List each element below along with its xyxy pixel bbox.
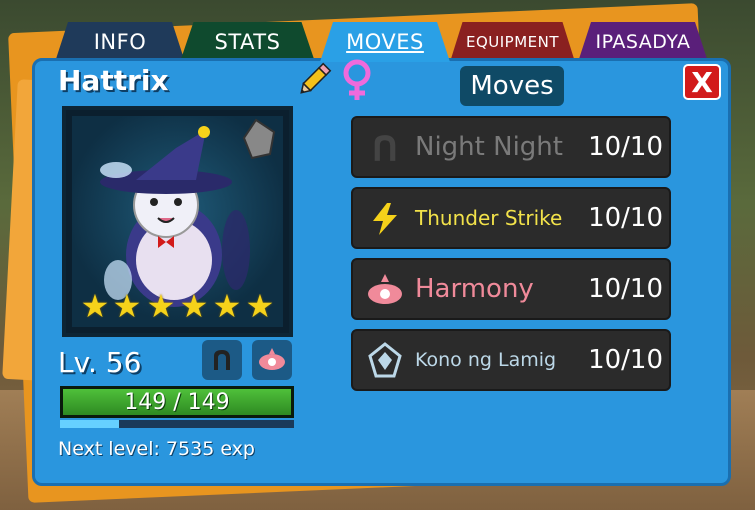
tab-ipasadya[interactable]: IPASADYA xyxy=(578,22,708,62)
move-slot-2[interactable]: Thunder Strike 10/10 xyxy=(351,187,671,249)
psychic-type-icon xyxy=(252,340,292,380)
rating-star-5: ★ xyxy=(212,287,242,325)
move-slot-3[interactable]: Harmony 10/10 xyxy=(351,258,671,320)
tab-equipment[interactable]: EQUIPMENT xyxy=(450,22,575,62)
creature-name: Hattrix xyxy=(58,64,169,97)
move-pp: 10/10 xyxy=(588,345,663,375)
move-name: Thunder Strike xyxy=(415,206,563,230)
move-slot-4[interactable]: Kono ng Lamig 10/10 xyxy=(351,329,671,391)
move-name: Kono ng Lamig xyxy=(415,349,557,371)
rating-star-2: ★ xyxy=(112,287,142,325)
next-level-text: Next level: 7535 exp xyxy=(58,438,255,460)
tab-info[interactable]: INFO xyxy=(55,22,185,62)
pencil-icon[interactable] xyxy=(294,60,334,100)
rating-star-3: ★ xyxy=(146,287,176,325)
move-pp: 10/10 xyxy=(588,274,663,304)
level-label: Lv. 56 xyxy=(58,346,142,379)
move-pp: 10/10 xyxy=(588,132,663,162)
female-gender-icon xyxy=(343,59,371,100)
dark-type-icon xyxy=(365,128,405,168)
move-name: Harmony xyxy=(415,274,534,304)
close-button[interactable]: X xyxy=(683,64,721,100)
moves-title: Moves xyxy=(460,66,564,106)
rating-star-6: ★ xyxy=(245,287,275,325)
hp-text: 149 / 149 xyxy=(124,389,230,415)
tab-stats[interactable]: STATS xyxy=(180,22,315,62)
move-name: Night Night xyxy=(415,132,563,162)
move-slot-1[interactable]: Night Night 10/10 xyxy=(351,116,671,178)
rating-star-1: ★ xyxy=(80,287,110,325)
psychic-type-icon xyxy=(365,270,405,310)
ice-type-icon xyxy=(365,341,405,381)
electric-type-icon xyxy=(365,199,405,239)
tab-moves[interactable]: MOVES xyxy=(320,22,450,62)
dark-type-icon xyxy=(202,340,242,380)
rating-star-4: ★ xyxy=(179,287,209,325)
xp-bar xyxy=(60,420,294,428)
xp-bar-fill xyxy=(60,420,119,428)
hp-bar: 149 / 149 xyxy=(60,386,294,418)
move-pp: 10/10 xyxy=(588,203,663,233)
